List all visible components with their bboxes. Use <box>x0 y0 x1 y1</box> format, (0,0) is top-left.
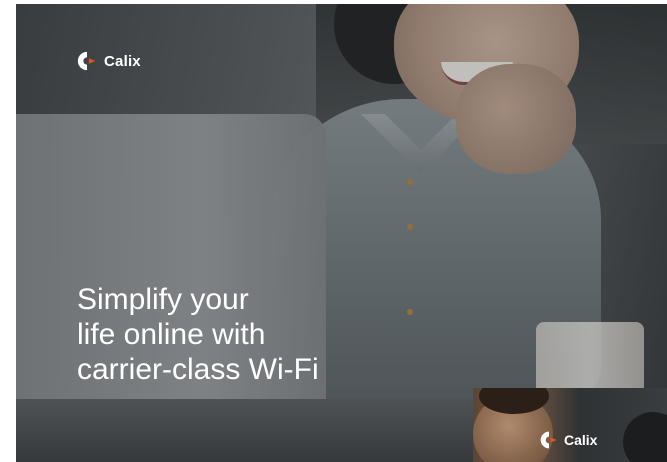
headline-line-1: Simplify your <box>77 283 249 316</box>
hero-headline: Simplify your life online with carrier-c… <box>77 282 319 387</box>
thumbnail-logo-text: Calix <box>564 432 598 448</box>
thumbnail-shadow <box>623 412 667 462</box>
calix-logo-icon <box>77 51 96 71</box>
headline-line-2: life online with <box>77 318 266 351</box>
thumbnail-calix-logo: Calix <box>539 430 597 450</box>
logo-text: Calix <box>104 52 141 70</box>
calix-logo-icon <box>540 431 557 449</box>
calix-logo[interactable]: Calix <box>76 50 141 72</box>
headline-line-3: carrier-class Wi-Fi <box>77 353 319 386</box>
secondary-thumbnail[interactable]: Calix <box>473 388 667 462</box>
